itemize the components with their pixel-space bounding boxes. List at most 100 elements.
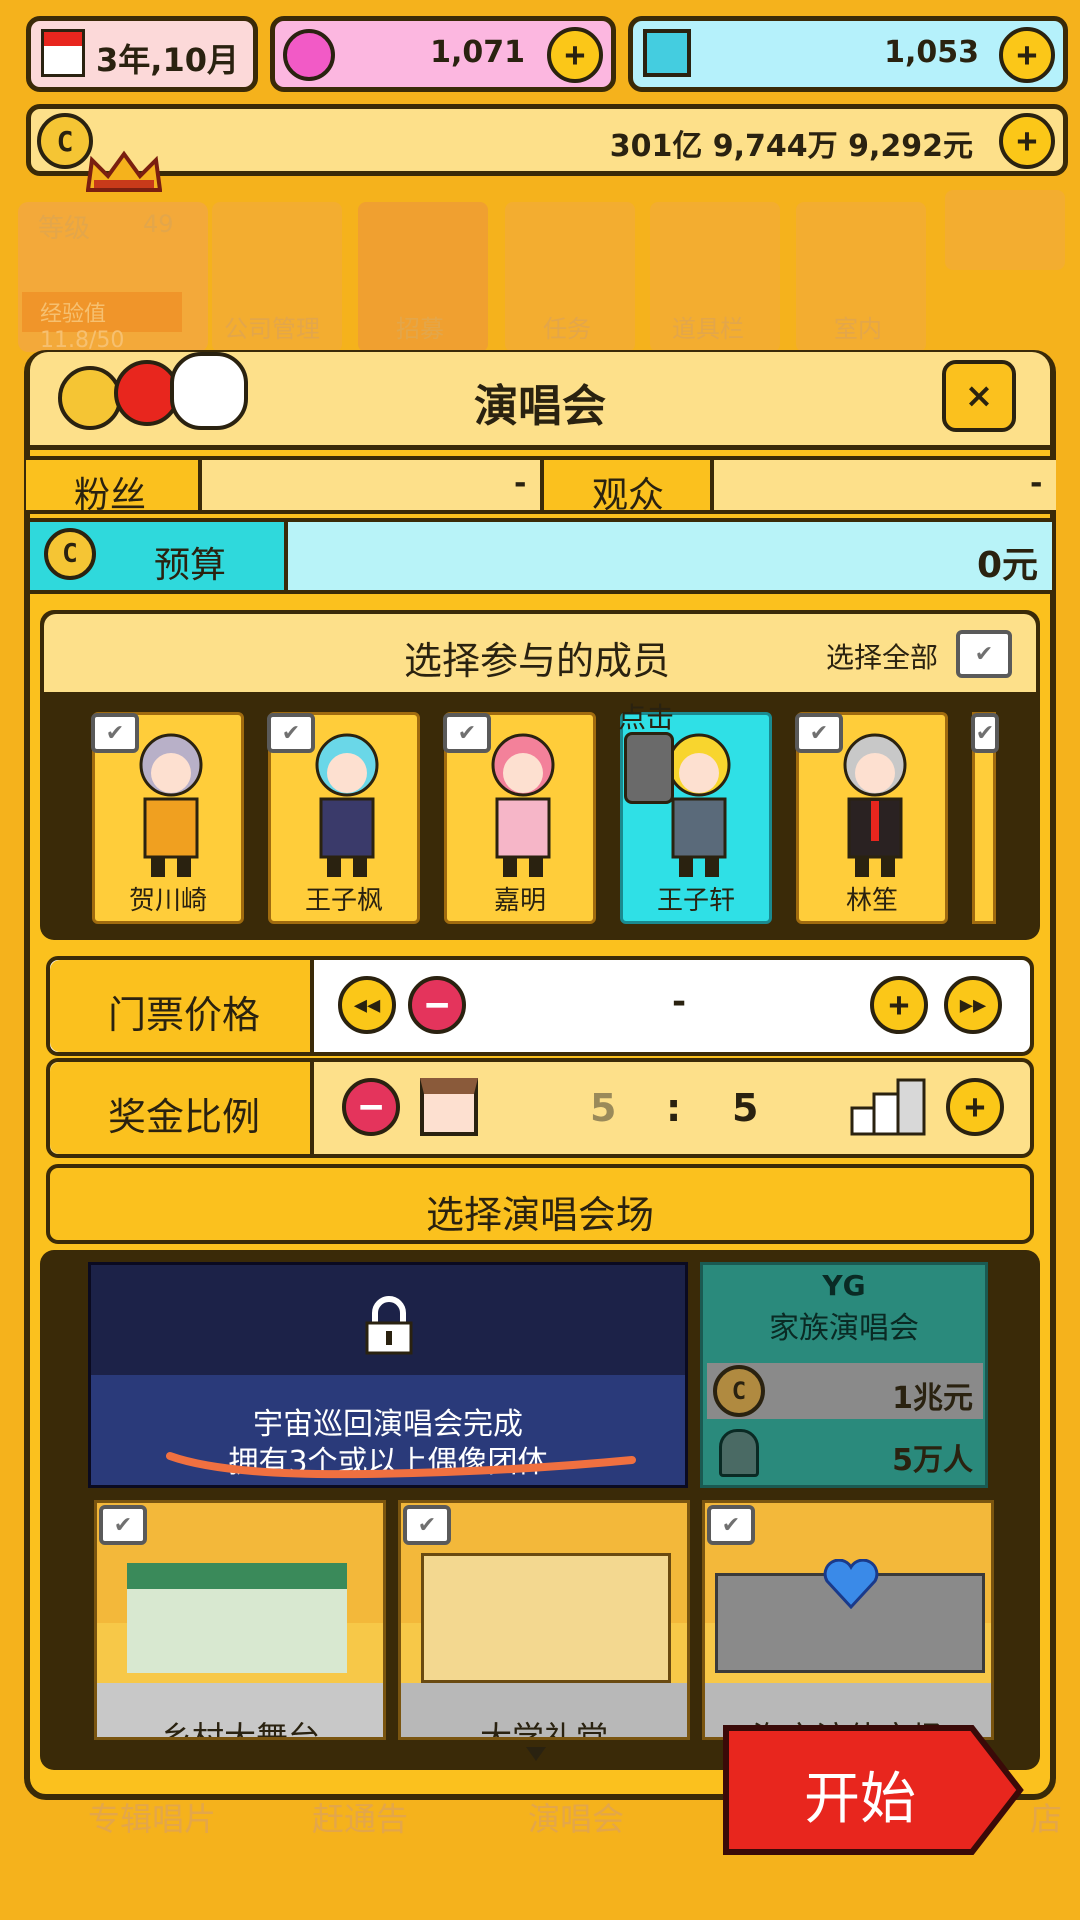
bonus-ratio-row: 奖金比例 − 5 : 5 + xyxy=(46,1058,1034,1158)
annotation-underline xyxy=(166,1446,636,1482)
bonus-right-value: 5 xyxy=(732,1086,759,1130)
dialog-title: 演唱会 xyxy=(474,381,606,432)
bonus-label-box: 奖金比例 xyxy=(50,1062,314,1154)
bg-menu-item-items[interactable]: 道具栏 xyxy=(650,202,780,352)
venue-card-village-stage[interactable]: ✔ 乡村大舞台 xyxy=(94,1500,386,1740)
bg-menu-item-interior[interactable]: 室内 xyxy=(796,202,926,352)
university-hall-building xyxy=(421,1553,671,1683)
add-blue-gem-button[interactable]: + xyxy=(999,27,1055,83)
add-pink-gem-button[interactable]: + xyxy=(547,27,603,83)
venue-name: 乡村大舞台 xyxy=(159,1719,320,1740)
member-name: 林笙 xyxy=(845,886,898,916)
pink-gem-count: 1,071 xyxy=(430,35,525,70)
bonus-left-value: 5 xyxy=(590,1086,617,1130)
bg-tab-schedule[interactable]: 赶通告 xyxy=(312,1794,408,1840)
scroll-down-icon[interactable] xyxy=(526,1746,546,1761)
bonus-label: 奖金比例 xyxy=(108,1095,261,1139)
bg-tab-shop[interactable]: 店 xyxy=(1030,1794,1062,1840)
venue-card-seaside-stadium[interactable]: ✔ 海之滨体育场 xyxy=(702,1500,994,1740)
member-card-wangzifeng[interactable]: ✔ 王子枫 xyxy=(267,712,420,924)
start-button-label: 开始 xyxy=(804,1767,916,1832)
fans-label: 粉丝 xyxy=(74,475,147,516)
date-text: 3年,10月 xyxy=(96,41,239,79)
pink-gem-panel: 1,071 + xyxy=(270,16,616,92)
member-checkbox[interactable]: ✔ xyxy=(795,713,843,753)
venue-title-line1: YG xyxy=(822,1269,866,1302)
ticket-label-box: 门票价格 xyxy=(50,960,314,1052)
fans-audience-row: 粉丝 - 观众 - xyxy=(26,456,1056,516)
bonus-increase-button[interactable]: + xyxy=(946,1078,1004,1136)
venue-checkbox[interactable]: ✔ xyxy=(403,1505,451,1545)
member-checkbox[interactable]: ✔ xyxy=(971,713,999,753)
blue-heart-icon xyxy=(823,1558,879,1610)
member-checkbox[interactable]: ✔ xyxy=(443,713,491,753)
venue-card-university-hall[interactable]: ✔ 大学礼堂 xyxy=(398,1500,690,1740)
member-name: 贺川崎 xyxy=(128,886,207,916)
audience-label-box: 观众 xyxy=(540,460,714,516)
blue-gem-count: 1,053 xyxy=(884,35,979,70)
bg-menu-item-task[interactable]: 任务 xyxy=(505,202,635,352)
audience-value: - xyxy=(1030,466,1043,501)
close-button[interactable]: × xyxy=(942,360,1016,432)
ticket-increase-button[interactable]: + xyxy=(870,976,928,1034)
money-text: 301亿 9,744万 9,292元 xyxy=(609,129,973,164)
tap-hint-label: 点击 xyxy=(618,701,675,734)
venue-cost: 1兆元 xyxy=(892,1381,973,1416)
level-panel: 等级 49 经验值 11.8/50 xyxy=(18,202,208,353)
bg-tab-album[interactable]: 专辑唱片 xyxy=(88,1794,216,1840)
close-icon: × xyxy=(964,376,994,416)
member-card-peek[interactable]: ✔ xyxy=(971,712,999,924)
level-label: 等级 xyxy=(38,214,91,244)
select-venue-title: 选择演唱会场 xyxy=(425,1193,654,1237)
venue-name: 大学礼堂 xyxy=(479,1719,608,1740)
venue-cost-row: C 1兆元 xyxy=(707,1363,983,1419)
venue-title-line2: 家族演唱会 xyxy=(769,1311,919,1346)
level-value: 49 xyxy=(143,210,174,238)
exp-bar: 经验值 11.8/50 xyxy=(22,292,182,353)
date-panel: 3年,10月 xyxy=(26,16,258,92)
coin-icon: C xyxy=(37,113,93,169)
member-checkbox[interactable]: ✔ xyxy=(91,713,139,753)
member-checkbox[interactable]: ✔ xyxy=(267,713,315,753)
budget-label-box: C 预算 xyxy=(30,522,288,590)
member-card-jiaming[interactable]: ✔ 嘉明 xyxy=(443,712,596,924)
bg-mail-icon[interactable] xyxy=(945,190,1065,270)
venue-checkbox[interactable]: ✔ xyxy=(99,1505,147,1545)
venue-checkbox[interactable]: ✔ xyxy=(707,1505,755,1545)
ticket-decrease-fast-button[interactable]: ◀◀ xyxy=(338,976,396,1034)
member-section-header: 选择参与的成员 选择全部 ✔ xyxy=(44,614,1036,692)
person-icon xyxy=(719,1429,759,1477)
village-stage-building xyxy=(127,1563,347,1673)
fans-label-box: 粉丝 xyxy=(26,460,202,516)
ticket-value: - xyxy=(672,982,687,1022)
member-card-hechuanqi[interactable]: ✔ 贺川崎 xyxy=(91,712,244,924)
tap-hint-icon xyxy=(624,732,674,804)
bg-tab-concert[interactable]: 演唱会 xyxy=(528,1794,624,1840)
add-money-button[interactable]: + xyxy=(999,113,1055,169)
member-name: 王子枫 xyxy=(304,886,383,916)
bonus-decrease-button[interactable]: − xyxy=(342,1078,400,1136)
company-building-icon xyxy=(850,1078,926,1136)
ticket-increase-fast-button[interactable]: ▶▶ xyxy=(944,976,1002,1034)
venue-capacity: 5万人 xyxy=(892,1443,973,1478)
budget-label: 预算 xyxy=(154,545,227,586)
member-name: 嘉明 xyxy=(493,886,546,916)
exp-label: 经验值 11.8/50 xyxy=(40,302,125,353)
cost-coin-icon: C xyxy=(713,1365,765,1417)
pink-gem-icon xyxy=(283,29,335,81)
bg-menu-item-recruit[interactable]: 招募 xyxy=(358,202,488,352)
budget-row: C 预算 0元 xyxy=(26,518,1056,594)
ticket-price-row: 门票价格 ◀◀ − - + ▶▶ xyxy=(46,956,1034,1056)
bg-menu-item-company[interactable]: 公司管理 xyxy=(212,202,342,352)
venue-list: 宇宙巡回演唱会完成 拥有3个或以上偶像团体 YG 家族演唱会 C 1兆元 5万人… xyxy=(40,1250,1040,1770)
select-all-checkbox[interactable]: ✔ xyxy=(956,630,1012,678)
ticket-decrease-button[interactable]: − xyxy=(408,976,466,1034)
start-button[interactable]: 开始 xyxy=(722,1724,1024,1856)
bonus-separator: : xyxy=(666,1086,682,1130)
blue-gem-icon xyxy=(643,29,691,77)
money-panel: C 301亿 9,744万 9,292元 + xyxy=(26,104,1068,176)
select-members-title: 选择参与的成员 xyxy=(404,639,671,683)
calendar-icon xyxy=(41,29,85,77)
ticket-label: 门票价格 xyxy=(108,993,261,1037)
member-card-linsheng[interactable]: ✔ 林笙 xyxy=(795,712,948,924)
